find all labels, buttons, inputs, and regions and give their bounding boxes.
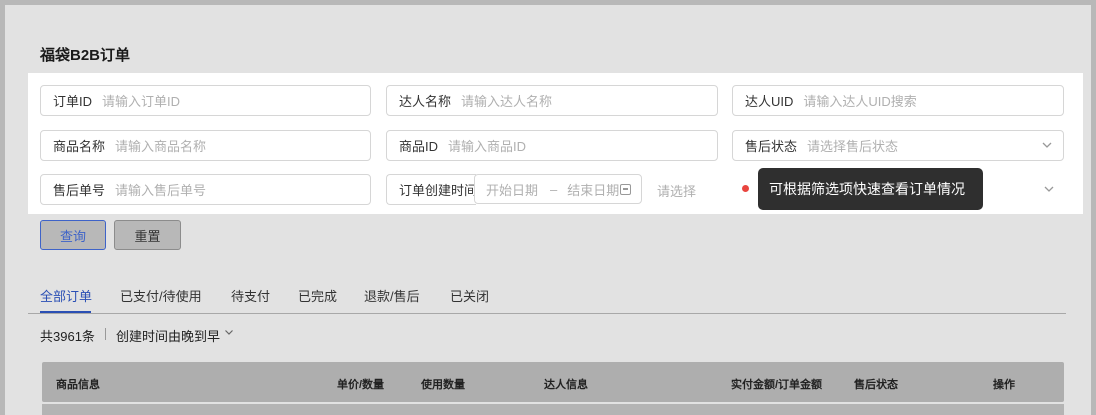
order-count: 共3961条 [40,329,95,344]
influencer-name-placeholder: 请输入达人名称 [461,94,553,109]
product-name-placeholder: 请输入商品名称 [115,139,207,154]
order-id-label: 订单ID [53,94,93,109]
tabs-divider [28,313,1066,314]
product-id-label: 商品ID [399,139,439,154]
tab-paid-pending-use[interactable]: 已支付/待使用 [120,286,202,305]
end-date-placeholder[interactable]: 结束日期 [567,180,619,199]
query-button[interactable]: 查询 [40,220,106,250]
page-title: 福袋B2B订单 [40,47,131,64]
column-header: 售后状态 [854,379,898,391]
order-created-time-field[interactable]: 订单创建时间 [386,174,478,205]
extra-select-placeholder[interactable]: 请选择 [657,181,696,200]
after-sale-number-placeholder: 请输入售后单号 [115,183,207,198]
red-dot-indicator [742,185,749,192]
range-separator: – [550,181,558,197]
column-header: 操作 [993,379,1015,391]
column-header: 单价/数量 [337,379,385,391]
tooltip: 可根据筛选项快速查看订单情况 [758,168,983,210]
product-id-field[interactable]: 商品ID 请输入商品ID [386,130,718,161]
column-header: 商品信息 [56,379,100,391]
influencer-name-label: 达人名称 [399,94,452,109]
calendar-icon [620,184,631,195]
tab-closed[interactable]: 已关闭 [450,286,489,305]
tab-refund-after-sale[interactable]: 退款/售后 [364,286,420,305]
after-sale-number-field[interactable]: 售后单号 请输入售后单号 [40,174,371,205]
sort-select[interactable]: 创建时间由晚到早 [116,326,220,345]
tab-all-orders[interactable]: 全部订单 [40,286,92,305]
chevron-down-icon [1041,139,1053,151]
reset-button[interactable]: 重置 [114,220,181,250]
product-name-field[interactable]: 商品名称 请输入商品名称 [40,130,371,161]
tab-completed[interactable]: 已完成 [298,286,337,305]
chevron-down-icon[interactable] [224,327,234,340]
column-header: 使用数量 [421,379,465,391]
influencer-name-field[interactable]: 达人名称 请输入达人名称 [386,85,718,116]
date-range-picker[interactable]: 开始日期 – 结束日期 [474,174,642,204]
active-tab-indicator [40,311,91,313]
table-header: 商品信息 单价/数量 使用数量 达人信息 实付金额/订单金额 售后状态 操作 [42,362,1064,402]
start-date-placeholder[interactable]: 开始日期 [486,180,538,199]
column-header: 达人信息 [544,379,588,391]
influencer-uid-field[interactable]: 达人UID 请输入达人UID搜索 [732,85,1064,116]
column-header: 实付金额/订单金额 [731,379,823,391]
order-created-time-label: 订单创建时间 [399,183,478,198]
tooltip-text: 可根据筛选项快速查看订单情况 [769,181,965,197]
after-sale-number-label: 售后单号 [53,183,106,198]
influencer-uid-placeholder: 请输入达人UID搜索 [803,94,917,109]
after-sale-status-placeholder: 请选择售后状态 [807,139,899,154]
order-id-placeholder: 请输入订单ID [102,94,181,109]
tab-pending-payment[interactable]: 待支付 [231,286,270,305]
table-body [42,404,1064,415]
product-name-label: 商品名称 [53,139,106,154]
divider [105,328,106,340]
chevron-down-icon[interactable] [1043,182,1055,194]
influencer-uid-label: 达人UID [745,94,794,109]
after-sale-status-label: 售后状态 [745,139,798,154]
product-id-placeholder: 请输入商品ID [448,139,527,154]
order-id-field[interactable]: 订单ID 请输入订单ID [40,85,371,116]
after-sale-status-select[interactable]: 售后状态 请选择售后状态 [732,130,1064,161]
